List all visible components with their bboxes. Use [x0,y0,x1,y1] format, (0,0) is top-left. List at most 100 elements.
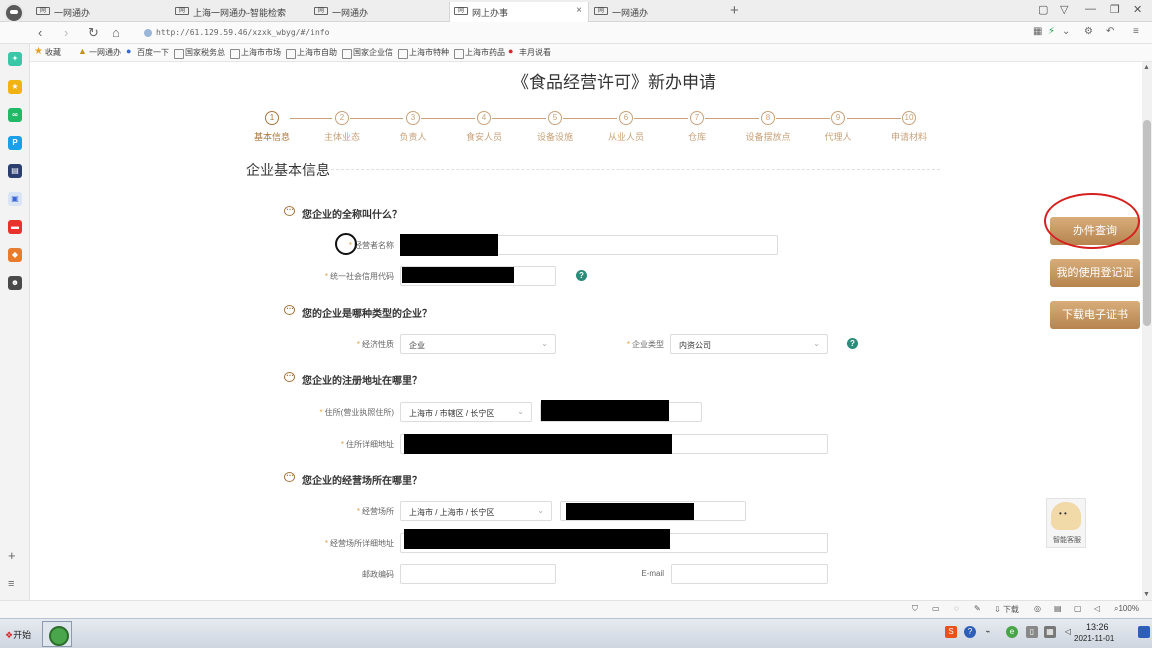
taskbar-browser-app[interactable] [42,621,72,647]
step-10[interactable]: 10 申请材料 [879,111,939,143]
tab-close-icon[interactable]: × [576,5,582,16]
app-favorites-icon[interactable]: ★ [8,80,22,94]
window-icon[interactable]: ▢ [1074,604,1082,613]
download-status[interactable]: ⇩ 下载 [994,604,1019,615]
step-label: 设备摆放点 [745,132,791,142]
zoom-control[interactable]: ⌕100% [1114,604,1139,614]
tray-app-icon[interactable]: S [945,626,957,638]
my-certificate-button[interactable]: 我的使用登记证 [1050,259,1140,287]
smart-assistant-widget[interactable]: 智能客服 [1046,498,1086,548]
step-6[interactable]: 6 从业人员 [596,111,656,143]
url-field[interactable]: http://61.129.59.46/xzxk_wbyg/#/info [134,25,1014,41]
step-1[interactable]: 1 基本信息 [242,111,302,143]
minimize-icon[interactable]: — [1085,3,1096,15]
tray-printer-icon[interactable]: ▦ [1044,626,1056,638]
econ-nature-select[interactable]: 企业 ⌄ [400,334,556,354]
tray-help-icon[interactable]: ? [964,626,976,638]
bookmark-fengyue[interactable]: 丰月说看 [508,46,551,58]
record-icon[interactable]: ◎ [1034,604,1041,613]
help-question-icon[interactable]: ? [576,270,587,281]
restore-icon[interactable]: ❐ [1110,3,1120,16]
tab-online-service-active[interactable]: 网 网上办事 × [449,2,589,22]
tab-yiwangtongban-3[interactable]: 网 一网通办 [590,2,726,22]
screen-icon[interactable]: ▭ [932,604,940,613]
download-e-certificate-button[interactable]: 下载电子证书 [1050,301,1140,329]
bookmark-tax[interactable]: 国家税务总 [174,47,225,59]
step-9[interactable]: 9 代理人 [808,111,868,143]
undo-icon[interactable]: ↶ [1106,26,1114,37]
bookmark-drug[interactable]: 上海市药品 [454,47,505,59]
show-desktop-icon[interactable] [1138,626,1150,638]
label-text: E-mail [641,569,664,578]
premises-region-select[interactable]: 上海市 / 上海市 / 长宁区 ⌄ [400,501,552,521]
app-avatar-icon[interactable]: ☻ [8,276,22,290]
bookmark-market[interactable]: 上海市市场 [230,47,281,59]
chat-bubble-icon [284,369,295,382]
reload-icon[interactable]: ↻ [88,25,99,41]
forward-icon[interactable]: › [64,25,68,40]
chevron-down-icon: ⌄ [517,407,524,416]
app-p-icon[interactable]: P [8,136,22,150]
apps-grid-icon[interactable]: ▦ [1033,26,1042,37]
bookmark-special[interactable]: 上海市特种 [398,47,449,59]
tab-yiwangtongban-2[interactable]: 网 一网通办 [310,2,450,22]
tray-green-icon[interactable]: e [1006,626,1018,638]
menu-icon[interactable]: ≡ [1133,26,1139,37]
app-game-icon[interactable]: ◆ [8,248,22,262]
bookmark-enterprise[interactable]: 国家企业信 [342,47,393,59]
security-icon[interactable]: ◌ [954,604,959,613]
page-scrollbar[interactable]: ▲ ▼ [1142,62,1152,600]
bookmark-selfservice[interactable]: 上海市自助 [286,47,337,59]
step-number: 9 [831,111,845,125]
scrollbar-thumb[interactable] [1143,120,1151,326]
step-2[interactable]: 2 主体业态 [312,111,372,143]
email-input[interactable] [671,564,828,584]
sidebar-menu-icon[interactable]: ≡ [8,578,14,590]
shield-icon[interactable]: ⛉ [912,604,918,614]
tool-icon[interactable]: ✎ [974,604,981,613]
enterprise-type-select[interactable]: 内资公司 ⌄ [670,334,828,354]
step-8[interactable]: 8 设备摆放点 [738,111,798,143]
tray-volume-icon[interactable]: ◁ [1062,626,1074,638]
postcode-input[interactable] [400,564,556,584]
window-skin-icon[interactable]: ▽ [1060,3,1068,16]
scroll-up-arrow-icon[interactable]: ▲ [1143,64,1150,71]
download-label: 下载 [1002,605,1019,614]
step-7[interactable]: 7 仓库 [667,111,727,143]
window-close-icon[interactable]: ✕ [1133,3,1142,16]
new-tab-button[interactable]: + [730,2,739,19]
window-sidebar-icon[interactable]: ▢ [1038,3,1048,16]
bookmark-baidu[interactable]: 百度一下 [126,46,169,58]
sidebar-add-icon[interactable]: + [8,548,16,563]
bookmark-yiwangtongban[interactable]: 一网通办 [78,46,121,58]
enterprise-type-label: * 企业类型 [590,339,664,350]
bookmark-favorites[interactable]: 收藏 [34,46,61,58]
scroll-down-arrow-icon[interactable]: ▼ [1143,591,1150,598]
back-icon[interactable]: ‹ [38,25,42,40]
browser-status-bar: ⛉ ▭ ◌ ✎ ⇩ 下载 ◎ ▤ ▢ ◁ ⌕100% [0,600,1152,618]
app-news-icon[interactable]: ▤ [8,164,22,178]
clipboard-icon[interactable]: ▤ [1054,604,1062,613]
app-doc-icon[interactable]: ▣ [8,192,22,206]
home-icon[interactable]: ⌂ [112,25,120,40]
tab-yiwangtongban-1[interactable]: 网 一网通办 [32,2,172,22]
app-cloud-icon[interactable]: ∞ [8,108,22,122]
tab-smart-search[interactable]: 网 上海一网通办-智能检索 [171,2,311,22]
dropdown-chevron-icon[interactable]: ⌄ [1062,26,1070,37]
settings-gear-icon[interactable]: ⚙ [1084,26,1093,37]
app-red-icon[interactable]: ▬ [8,220,22,234]
step-5[interactable]: 5 设备设施 [525,111,585,143]
tray-network-icon[interactable]: ⌁ [982,626,994,638]
step-3[interactable]: 3 负责人 [383,111,443,143]
profile-avatar-icon[interactable] [4,3,24,23]
start-button[interactable]: ❖开始 [2,623,38,645]
site-info-icon[interactable] [144,29,152,37]
step-4[interactable]: 4 食安人员 [454,111,514,143]
help-question-icon[interactable]: ? [847,338,858,349]
app-compass-icon[interactable]: ✦ [8,52,22,66]
step-number: 8 [761,111,775,125]
tray-device-icon[interactable]: ▯ [1026,626,1038,638]
speaker-icon[interactable]: ◁ [1094,604,1100,613]
speed-mode-icon[interactable]: ⚡ [1048,26,1055,37]
residence-region-select[interactable]: 上海市 / 市辖区 / 长宁区 ⌄ [400,402,532,422]
